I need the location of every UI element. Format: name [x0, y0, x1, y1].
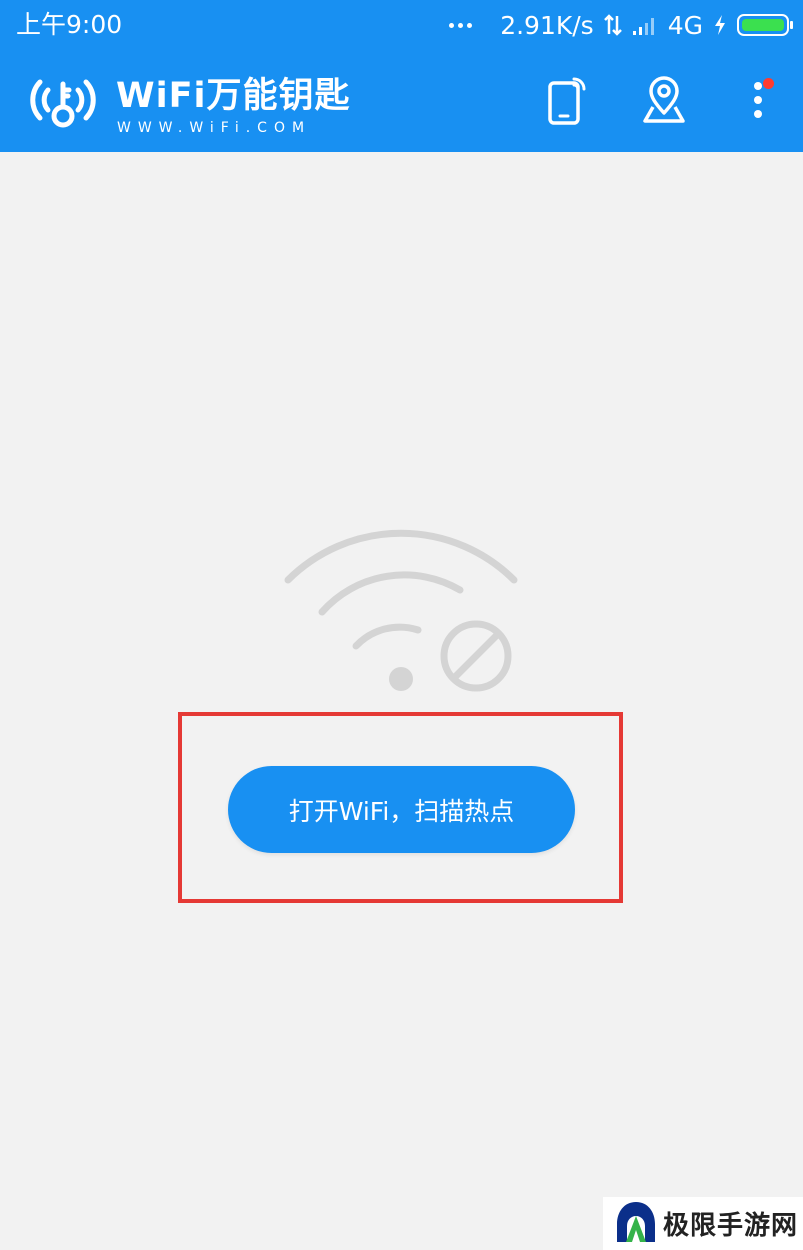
wifi-key-logo-icon — [26, 76, 100, 136]
data-arrows-icon — [603, 13, 622, 37]
signal-icon — [632, 14, 658, 36]
more-menu-button[interactable] — [728, 72, 788, 132]
net-speed: 2.91K/s — [500, 10, 594, 40]
map-location-icon — [639, 75, 689, 129]
notification-dot — [763, 78, 774, 89]
status-right: 2.91K/s 4G — [449, 8, 793, 42]
network-type: 4G — [667, 10, 703, 40]
wifi-disabled-icon — [276, 518, 526, 702]
charging-icon — [713, 14, 727, 36]
phone-connect-button[interactable] — [538, 72, 598, 132]
more-menu-icon — [752, 78, 764, 126]
watermark-text: 极限手游网 — [663, 1211, 799, 1241]
watermark: 极限手游网 — [603, 1197, 803, 1250]
status-bar: 上午9:00 2.91K/s 4G — [0, 0, 803, 50]
battery-icon — [737, 14, 793, 36]
phone-connect-icon — [544, 75, 592, 129]
map-location-button[interactable] — [634, 72, 694, 132]
app-title: WiFi万能钥匙 — [116, 76, 351, 116]
watermark-logo-icon — [615, 1200, 657, 1248]
status-time: 上午9:00 — [16, 10, 123, 39]
more-dots-icon — [449, 22, 473, 28]
app-subtitle: WWW.WiFi.COM — [117, 120, 312, 136]
open-wifi-scan-button[interactable]: 打开WiFi，扫描热点 — [228, 766, 575, 853]
app-bar: WiFi万能钥匙 WWW.WiFi.COM — [0, 50, 803, 152]
